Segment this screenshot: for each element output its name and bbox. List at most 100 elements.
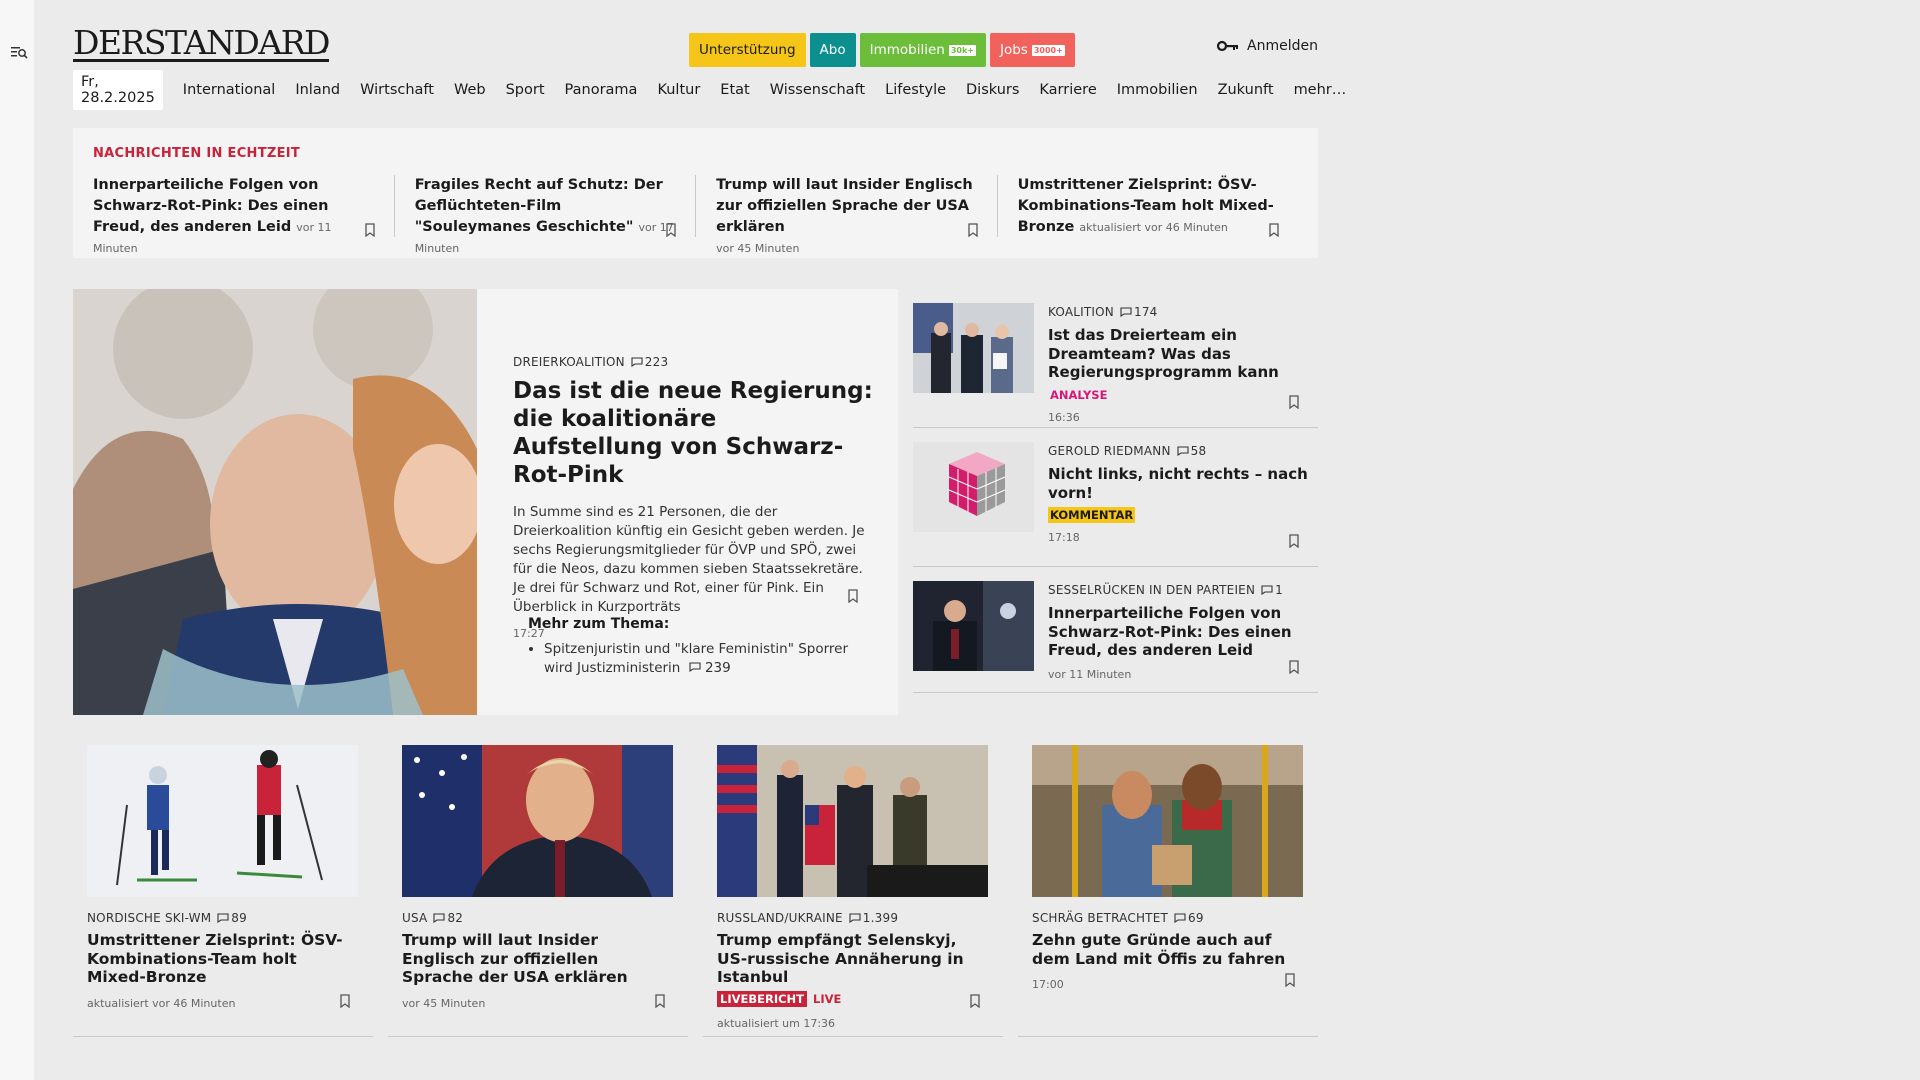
comment-icon <box>689 662 701 673</box>
nav-item-diskurs[interactable]: Diskurs <box>966 82 1019 98</box>
news-ticker: NACHRICHTEN IN ECHTZEIT Innerparteiliche… <box>73 128 1318 258</box>
comment-badge: KOMMENTAR <box>1048 507 1136 523</box>
card-kicker: USA 82 <box>402 911 674 925</box>
nav-item-lifestyle[interactable]: Lifestyle <box>885 82 946 98</box>
bookmark-icon[interactable] <box>967 223 979 237</box>
card-comment-count[interactable]: 89 <box>217 911 247 925</box>
nav-item-international[interactable]: International <box>183 82 276 98</box>
side-title[interactable]: Innerparteiliche Folgen von Schwarz-Rot-… <box>1048 604 1308 660</box>
lead-comment-count[interactable]: 223 <box>631 355 669 369</box>
card-title[interactable]: Zehn gute Gründe auch auf dem Land mit Ö… <box>1032 931 1304 968</box>
lead-kicker: DREIERKOALITION 223 <box>513 355 873 369</box>
chevron-down-icon[interactable]: ⌄ <box>319 42 329 56</box>
card-time: aktualisiert um 17:36 <box>717 1016 836 1030</box>
related-item[interactable]: Spitzenjuristin und "klare Feministin" S… <box>544 640 868 678</box>
lead-story-image[interactable] <box>73 289 477 715</box>
story-row: NORDISCHE SKI-WM 89 Umstrittener Zielspr… <box>73 745 1318 1037</box>
card-comments: 1.399 <box>862 911 899 925</box>
side-title[interactable]: Nicht links, nicht rechts – nach vorn! <box>1048 465 1308 502</box>
card-kicker-label: RUSSLAND/UKRAINE <box>717 911 843 925</box>
side-time: vor 11 Minuten <box>1048 667 1132 681</box>
card-comment-count[interactable]: 82 <box>433 911 463 925</box>
ticker-item[interactable]: Fragiles Recht auf Schutz: Der Geflüchte… <box>393 175 695 255</box>
lead-title[interactable]: Das ist die neue Regierung: die koalitio… <box>513 377 873 489</box>
story-card-image[interactable] <box>717 745 988 897</box>
story-card[interactable]: USA 82 Trump will laut Insider Englisch … <box>388 745 688 1037</box>
ticker-title: NACHRICHTEN IN ECHTZEIT <box>93 146 301 161</box>
lead-story[interactable]: DREIERKOALITION 223 Das ist die neue Reg… <box>73 289 898 715</box>
support-label: Unterstützung <box>699 42 796 58</box>
bookmark-icon[interactable] <box>1284 973 1296 987</box>
bookmark-icon[interactable] <box>665 223 677 237</box>
story-card-image[interactable] <box>87 745 358 897</box>
site-logo[interactable]: DERSTANDARD <box>73 26 331 62</box>
comment-icon <box>1177 446 1189 456</box>
nav-item-web[interactable]: Web <box>454 82 486 98</box>
card-comment-count[interactable]: 69 <box>1174 911 1204 925</box>
nav-item-immobilien[interactable]: Immobilien <box>1117 82 1198 98</box>
related-list: Spitzenjuristin und "klare Feministin" S… <box>528 640 868 678</box>
side-comment-count[interactable]: 174 <box>1120 305 1158 319</box>
login-label: Anmelden <box>1247 38 1318 54</box>
bookmark-icon[interactable] <box>1288 534 1300 548</box>
story-card-image[interactable] <box>402 745 673 897</box>
bookmark-icon[interactable] <box>1288 395 1300 409</box>
card-comment-count[interactable]: 1.399 <box>849 911 898 925</box>
story-card[interactable]: RUSSLAND/UKRAINE 1.399 Trump empfängt Se… <box>703 745 1003 1037</box>
bookmark-icon[interactable] <box>339 994 351 1008</box>
bookmark-icon[interactable] <box>1268 223 1280 237</box>
current-date: Fr, 28.2.2025 <box>73 70 163 110</box>
side-kicker-label: GEROLD RIEDMANN <box>1048 444 1171 458</box>
nav-item-kultur[interactable]: Kultur <box>657 82 700 98</box>
side-story-image[interactable] <box>913 303 1034 393</box>
ticker-list: Innerparteiliche Folgen von Schwarz-Rot-… <box>93 175 1298 255</box>
comment-icon <box>433 913 445 923</box>
login-button[interactable]: Anmelden <box>1217 38 1318 54</box>
nav-item-wirtschaft[interactable]: Wirtschaft <box>360 82 434 98</box>
card-title[interactable]: Trump will laut Insider Englisch zur off… <box>402 931 674 987</box>
story-card[interactable]: NORDISCHE SKI-WM 89 Umstrittener Zielspr… <box>73 745 373 1037</box>
support-button[interactable]: Unterstützung <box>689 33 806 67</box>
story-card-image[interactable] <box>1032 745 1303 897</box>
bookmark-icon[interactable] <box>847 589 859 603</box>
side-kicker-label: SESSELRÜCKEN IN DEN PARTEIEN <box>1048 583 1256 597</box>
lead-summary: In Summe sind es 21 Personen, die der Dr… <box>513 504 865 615</box>
nav-item-etat[interactable]: Etat <box>720 82 749 98</box>
bookmark-icon[interactable] <box>969 994 981 1008</box>
story-card[interactable]: SCHRÄG BETRACHTET 69 Zehn gute Gründe au… <box>1018 745 1318 1037</box>
side-comment-count[interactable]: 1 <box>1261 583 1283 597</box>
card-comments: 89 <box>231 911 247 925</box>
card-kicker: NORDISCHE SKI-WM 89 <box>87 911 359 925</box>
nav-item-more[interactable]: mehr… <box>1294 82 1347 98</box>
side-title[interactable]: Ist das Dreierteam ein Dreamteam? Was da… <box>1048 326 1308 382</box>
ticker-item[interactable]: Trump will laut Insider Englisch zur off… <box>695 175 996 255</box>
abo-button[interactable]: Abo <box>809 33 856 67</box>
jobs-button[interactable]: Jobs 3000+ <box>990 33 1075 67</box>
card-kicker-label: USA <box>402 911 428 925</box>
side-story-image[interactable] <box>913 442 1034 532</box>
side-story-image[interactable] <box>913 581 1034 671</box>
side-story[interactable]: GEROLD RIEDMANN 58 Nicht links, nicht re… <box>913 428 1318 567</box>
nav-item-wissenschaft[interactable]: Wissenschaft <box>770 82 865 98</box>
nav-item-sport[interactable]: Sport <box>506 82 545 98</box>
card-kicker: RUSSLAND/UKRAINE 1.399 <box>717 911 989 925</box>
card-title[interactable]: Trump empfängt Selenskyj, US-russische A… <box>717 931 989 987</box>
immobilien-button[interactable]: Immobilien 30k+ <box>859 33 986 67</box>
nav-item-karriere[interactable]: Karriere <box>1039 82 1096 98</box>
ticker-item[interactable]: Innerparteiliche Folgen von Schwarz-Rot-… <box>93 175 394 255</box>
bookmark-icon[interactable] <box>1288 660 1300 674</box>
side-story[interactable]: KOALITION 174 Ist das Dreierteam ein Dre… <box>913 289 1318 428</box>
side-story-text: SESSELRÜCKEN IN DEN PARTEIEN 1 Innerpart… <box>1048 583 1308 681</box>
bookmark-icon[interactable] <box>364 223 376 237</box>
side-comment-count[interactable]: 58 <box>1177 444 1207 458</box>
ticker-item[interactable]: Umstrittener Zielsprint: ÖSV-Kombination… <box>996 175 1298 237</box>
card-title[interactable]: Umstrittener Zielsprint: ÖSV-Kombination… <box>87 931 359 987</box>
nav-item-panorama[interactable]: Panorama <box>565 82 638 98</box>
menu-search-icon[interactable] <box>10 44 28 60</box>
nav-item-zukunft[interactable]: Zukunft <box>1218 82 1274 98</box>
nav-item-inland[interactable]: Inland <box>295 82 340 98</box>
live-report-badge: LIVEBERICHT <box>717 990 808 1007</box>
bookmark-icon[interactable] <box>654 994 666 1008</box>
side-story[interactable]: SESSELRÜCKEN IN DEN PARTEIEN 1 Innerpart… <box>913 567 1318 693</box>
jobs-count-tag: 3000+ <box>1031 44 1065 56</box>
